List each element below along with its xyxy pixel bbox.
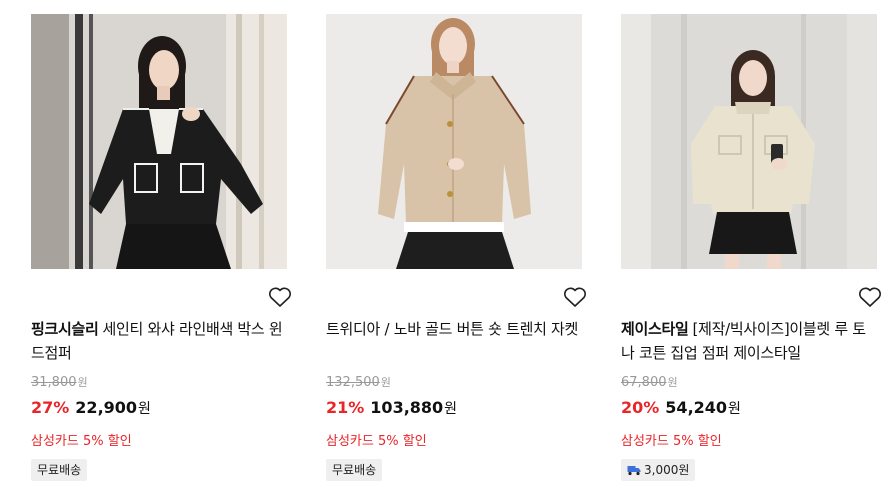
discount-rate: 21% <box>326 398 365 417</box>
product-card[interactable]: 핑크시슬리 세인티 와샤 라인배색 박스 윈드점퍼 31,800원 27% 22,9… <box>31 0 293 495</box>
shipping-badge: 3,000원 <box>621 459 696 481</box>
sale-price: 27% 22,900원 <box>31 398 151 418</box>
sale-price: 20% 54,240원 <box>621 398 741 418</box>
shipping-label: 무료배송 <box>332 463 377 477</box>
product-image[interactable] <box>31 14 287 269</box>
discount-rate: 27% <box>31 398 70 417</box>
original-price-value: 31,800 <box>31 375 77 390</box>
shipping-label: 3,000원 <box>644 463 690 477</box>
product-title[interactable]: 제이스타일 [제작/빅사이즈]이블렛 루 토나 코튼 집업 점퍼 제이스타일 <box>621 317 879 365</box>
original-price-unit: 원 <box>380 376 391 389</box>
original-price-unit: 원 <box>77 376 88 389</box>
sale-price-unit: 원 <box>728 401 741 417</box>
sale-price-value: 22,900 <box>75 398 138 417</box>
original-price: 31,800원 <box>31 374 88 390</box>
sale-price-unit: 원 <box>444 401 458 417</box>
sale-price-value: 54,240 <box>665 398 728 417</box>
sale-price-value: 103,880 <box>370 398 444 417</box>
product-photo-cream-jumper <box>621 14 877 269</box>
heart-outline-icon <box>859 287 881 307</box>
product-title[interactable]: 핑크시슬리 세인티 와샤 라인배색 박스 윈드점퍼 <box>31 317 289 365</box>
shipping-label: 무료배송 <box>37 463 82 477</box>
heart-outline-icon <box>564 287 586 307</box>
shipping-badge: 무료배송 <box>326 459 383 481</box>
discount-rate: 20% <box>621 398 660 417</box>
wishlist-button[interactable] <box>563 287 587 307</box>
product-photo-beige-trench <box>326 14 582 269</box>
original-price-value: 67,800 <box>621 375 667 390</box>
card-promo: 삼성카드 5% 할인 <box>621 434 722 449</box>
original-price-unit: 원 <box>667 376 678 389</box>
product-brand: 제이스타일 <box>621 320 689 338</box>
sale-price: 21% 103,880원 <box>326 398 457 418</box>
original-price-value: 132,500 <box>326 375 380 390</box>
heart-outline-icon <box>269 287 291 307</box>
product-card[interactable]: 제이스타일 [제작/빅사이즈]이블렛 루 토나 코튼 집업 점퍼 제이스타일 67… <box>621 0 883 495</box>
product-image[interactable] <box>326 14 582 269</box>
truck-icon <box>627 465 641 475</box>
wishlist-button[interactable] <box>858 287 882 307</box>
product-title[interactable]: 트위디아 / 노바 골드 버튼 숏 트렌치 자켓 <box>326 317 584 341</box>
product-image[interactable] <box>621 14 877 269</box>
product-card[interactable]: 트위디아 / 노바 골드 버튼 숏 트렌치 자켓 132,500원 21% 103… <box>326 0 588 495</box>
original-price: 132,500원 <box>326 374 391 390</box>
product-name: 트위디아 / 노바 골드 버튼 숏 트렌치 자켓 <box>326 320 579 338</box>
card-promo: 삼성카드 5% 할인 <box>31 434 132 449</box>
card-promo: 삼성카드 5% 할인 <box>326 434 427 449</box>
wishlist-button[interactable] <box>268 287 292 307</box>
sale-price-unit: 원 <box>138 401 151 417</box>
product-brand: 핑크시슬리 <box>31 320 99 338</box>
product-photo-black-jacket <box>31 14 287 269</box>
shipping-badge: 무료배송 <box>31 459 88 481</box>
original-price: 67,800원 <box>621 374 678 390</box>
